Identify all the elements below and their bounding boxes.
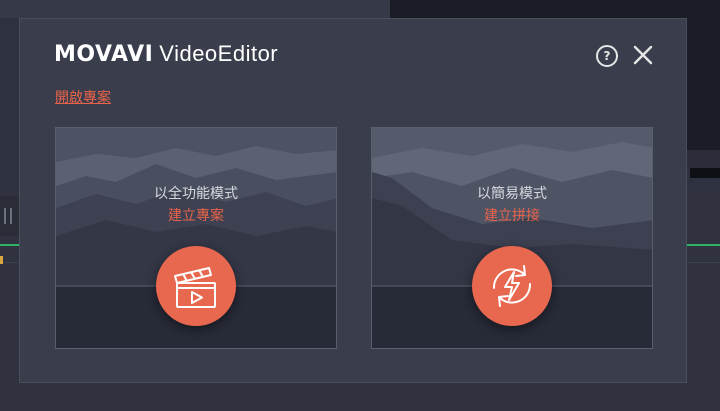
close-button[interactable] [632, 44, 654, 66]
help-button[interactable]: ? [596, 45, 618, 67]
background-audio-line [0, 244, 20, 246]
create-project-button[interactable] [156, 246, 236, 326]
close-icon [633, 45, 653, 65]
refresh-lightning-icon [492, 265, 532, 307]
card-action-label: 建立拼接 [484, 208, 540, 224]
background-tool-tick [10, 208, 12, 224]
logo-product: VideoEditor [159, 41, 279, 66]
full-mode-card[interactable]: 以全功能模式 建立專案 [55, 127, 337, 349]
background-playhead-marker [0, 256, 3, 264]
app-logo: MOVAVI VideoEditor [54, 41, 278, 67]
logo-brand: MOVAVI [54, 42, 154, 67]
easy-mode-card[interactable]: 以簡易模式 建立拼接 [371, 127, 653, 349]
background-top-panel [0, 0, 390, 18]
background-divider [690, 168, 720, 178]
clapperboard-play-icon [174, 267, 216, 308]
welcome-dialog: MOVAVI VideoEditor 開啟專案 ? 以全功能模式 建立專案 以簡… [19, 18, 687, 383]
card-action-label: 建立專案 [168, 208, 224, 224]
card-mode-title: 以簡易模式 [477, 186, 547, 202]
background-timeline-tools [0, 196, 20, 236]
background-audio-line [687, 244, 720, 246]
open-project-link[interactable]: 開啟專案 [55, 87, 111, 107]
help-icon: ? [603, 49, 611, 63]
create-slideshow-button[interactable] [472, 246, 552, 326]
background-tool-tick [4, 208, 6, 224]
card-mode-title: 以全功能模式 [154, 186, 238, 202]
